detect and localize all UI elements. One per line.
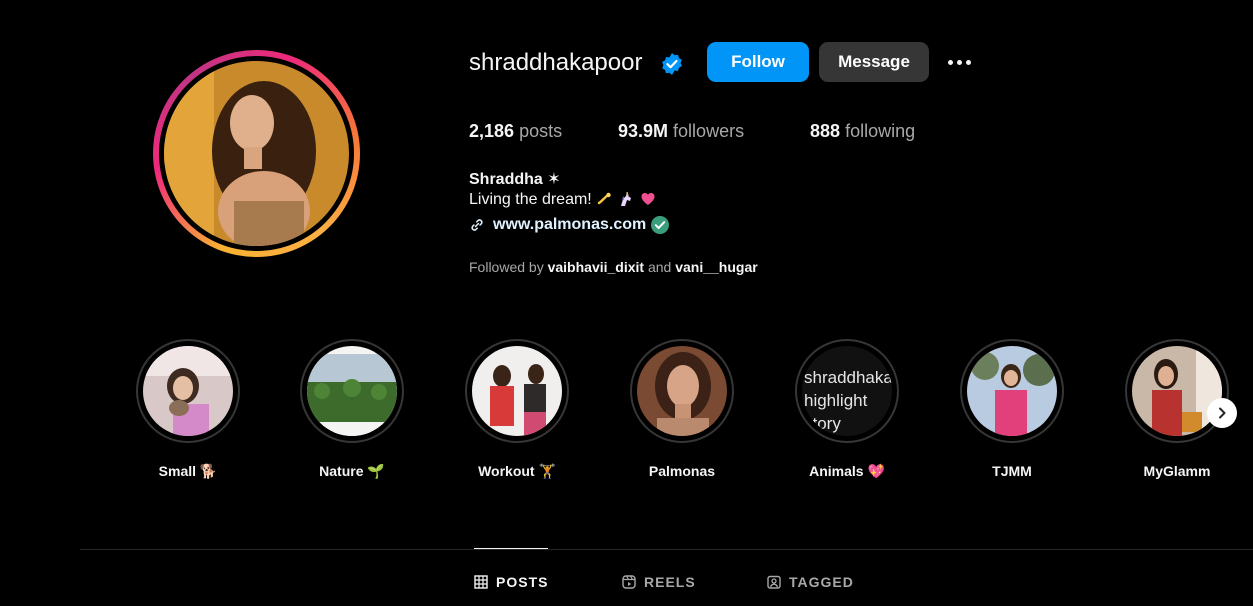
profile-page: shraddhakapoor Follow Message 2,186 post…	[0, 0, 1253, 606]
profile-username: shraddhakapoor	[469, 49, 643, 76]
verified-badge-icon	[662, 53, 682, 75]
message-button[interactable]: Message	[819, 42, 929, 82]
pink-heart-emoji-icon	[641, 193, 655, 205]
highlight-small[interactable]: Small 🐕	[133, 339, 243, 480]
following-link[interactable]: 888 following	[810, 120, 915, 142]
link-icon	[471, 219, 483, 231]
grid-icon	[474, 575, 488, 589]
profile-avatar[interactable]	[153, 50, 360, 257]
active-tab-indicator	[474, 548, 548, 549]
highlight-cover-text: shraddhakapoor highlight story picture	[804, 368, 892, 433]
tab-posts[interactable]: POSTS	[474, 574, 548, 590]
profile-bio: Living the dream!	[469, 191, 656, 209]
dizzy-emoji-icon	[597, 192, 611, 205]
more-options-icon[interactable]	[943, 47, 975, 77]
highlight-palmonas[interactable]: Palmonas	[627, 339, 737, 479]
follow-button[interactable]: Follow	[707, 42, 809, 82]
profile-full-name: Shraddha ✶	[469, 171, 561, 188]
tab-reels[interactable]: REELS	[622, 574, 696, 590]
highlight-workout[interactable]: Workout 🏋	[462, 339, 572, 480]
highlight-nature[interactable]: Nature 🌱	[297, 339, 407, 480]
followers-link[interactable]: 93.9M followers	[618, 120, 744, 142]
chevron-right-icon	[1219, 407, 1226, 419]
posts-count: 2,186 posts	[469, 121, 563, 141]
followed-by[interactable]: Followed by vaibhavii_dixit and vani__hu…	[469, 259, 758, 275]
tabs-divider	[80, 549, 1253, 550]
reels-icon	[622, 575, 636, 589]
tagged-icon	[767, 575, 781, 589]
highlights-next-button[interactable]	[1207, 398, 1237, 428]
highlight-tjmm[interactable]: TJMM	[957, 339, 1067, 479]
tab-tagged[interactable]: TAGGED	[767, 574, 854, 590]
website-link-text[interactable]: www.palmonas.com	[493, 216, 646, 234]
highlight-animals[interactable]: shraddhakapoor highlight story picture A…	[792, 339, 902, 480]
unicorn-emoji-icon	[620, 191, 631, 206]
website-link[interactable]: www.palmonas.com	[469, 214, 670, 236]
link-verified-icon	[651, 216, 670, 234]
